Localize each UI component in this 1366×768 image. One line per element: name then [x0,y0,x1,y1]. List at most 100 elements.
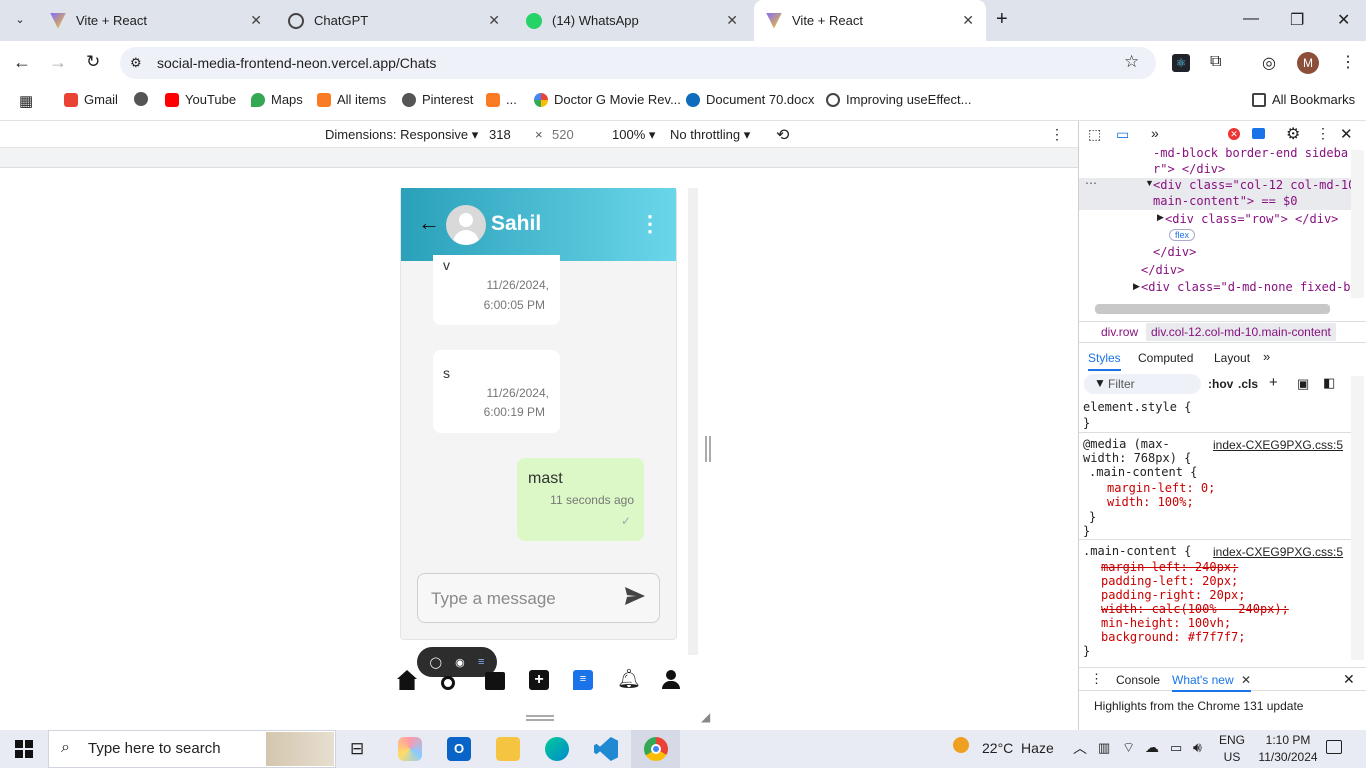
computed-tab[interactable]: Computed [1138,351,1193,365]
lang-indicator[interactable]: ENG US [1218,733,1246,764]
bookmark-document[interactable]: Document 70.docx [686,92,814,107]
bookmark-gmail[interactable]: Gmail [64,92,118,107]
tab-vite-react-active[interactable]: Vite + React ✕ [754,0,986,41]
dimensions-select[interactable]: Dimensions: Responsive ▾ [325,127,478,143]
close-icon[interactable]: ✕ [488,12,500,29]
dom-line[interactable]: <div class="d-md-none fixed-bot [1141,280,1351,294]
console-tab[interactable]: Console [1116,673,1160,687]
throttling-select[interactable]: No throttling ▾ [670,127,750,143]
styles-tab[interactable]: Styles [1088,351,1121,371]
avatar[interactable] [446,205,486,245]
message-input[interactable]: Type a message [431,589,556,609]
tab-search-button[interactable]: ⌄ [8,8,32,32]
height-input[interactable]: 520 [552,127,594,142]
collapse-triangle-icon[interactable]: ▶ [1133,281,1140,292]
copilot-icon[interactable] [398,737,422,761]
react-devtools-icon[interactable]: ⚛ [1172,54,1190,72]
breadcrumb-item[interactable]: div.row [1101,325,1138,339]
paint-icon[interactable]: ▣ [1297,376,1309,392]
elements-hscroll[interactable] [1095,304,1330,314]
bookmark-globe[interactable] [134,92,148,106]
restore-button[interactable]: ❐ [1290,10,1304,30]
chat-nav-icon[interactable]: ≡ [573,670,593,690]
collapse-triangle-icon[interactable]: ▶ [1157,212,1164,223]
search-icon[interactable] [441,676,455,690]
hov-button[interactable]: :hov [1208,377,1233,391]
media-query-ruler[interactable] [0,148,1078,168]
css-line[interactable]: padding-left: 20px; [1101,574,1238,588]
clock[interactable]: 1:10 PM 11/30/2024 [1252,733,1324,764]
forward-button[interactable]: → [49,52,67,73]
cls-button[interactable]: .cls [1238,377,1258,391]
list-icon[interactable]: ≡ [478,656,484,668]
close-icon[interactable]: ✕ [962,12,974,29]
weather-text[interactable]: 22°C Haze [982,740,1054,756]
close-devtools-icon[interactable]: ✕ [1340,125,1353,143]
dom-line[interactable]: <div class="row"> </div> [1165,212,1338,226]
network-icon[interactable]: ▥ [1098,740,1110,756]
issues-icon[interactable] [1252,128,1265,139]
more-tabs-icon[interactable]: » [1151,125,1159,141]
all-bookmarks[interactable]: All Bookmarks [1252,92,1355,107]
sidebar-toggle-icon[interactable]: ◧ [1323,375,1335,391]
reload-button[interactable]: ↻ [86,52,100,72]
dom-line[interactable]: </div> [1153,245,1196,259]
menu-kebab-icon[interactable]: ⋮ [1340,52,1356,72]
inspect-icon[interactable]: ⬚ [1088,126,1101,143]
css-line[interactable]: background: #f7f7f7; [1101,630,1246,644]
device-mode-icon[interactable]: ▭ [1116,126,1129,143]
site-info-icon[interactable]: ⚙ [130,55,142,71]
task-view-icon[interactable]: ⊟ [350,739,364,759]
tab-vite-react-1[interactable]: Vite + React ✕ [38,0,274,41]
width-input[interactable]: 318 [489,127,531,142]
css-line[interactable]: width: 100%; [1107,495,1194,509]
tab-chatgpt[interactable]: ChatGPT ✕ [276,0,512,41]
error-icon[interactable]: ✕ [1228,128,1240,140]
styles-vscroll[interactable] [1351,376,1364,660]
close-icon[interactable]: ✕ [1241,673,1251,687]
whats-new-tab[interactable]: What's new ✕ [1172,673,1252,692]
settings-gear-icon[interactable]: ⚙ [1286,124,1300,144]
resize-handle-right[interactable] [705,436,711,462]
close-drawer-icon[interactable]: ✕ [1343,671,1355,688]
flex-badge[interactable]: flex [1169,229,1196,241]
minimize-button[interactable]: — [1243,10,1259,28]
add-post-icon[interactable]: + [529,670,549,690]
zoom-select[interactable]: 100% ▾ [612,127,655,143]
resize-handle-corner[interactable]: ◢ [701,710,710,724]
close-icon[interactable]: ✕ [726,12,738,29]
performance-icon[interactable]: ◎ [1262,53,1276,73]
drawer-menu-icon[interactable]: ⋮ [1090,671,1103,687]
edge-icon[interactable] [545,737,569,761]
chat-menu-kebab-icon[interactable]: ⋮ [639,211,661,237]
css-line[interactable]: padding-right: 20px; [1101,588,1246,602]
extensions-icon[interactable]: ⧉ [1210,53,1221,71]
weather-icon[interactable] [953,737,969,753]
toggle-icon[interactable]: ◉ [455,656,465,669]
close-window-button[interactable]: ✕ [1337,10,1350,30]
url-text[interactable]: social-media-frontend-neon.vercel.app/Ch… [157,55,436,71]
css-line-overridden[interactable]: margin-left: 240px; [1101,560,1238,574]
device-more-icon[interactable]: ⋮ [1050,126,1064,143]
taskbar-search-placeholder[interactable]: Type here to search [88,740,221,757]
bookmark-pinterest[interactable]: Pinterest [402,92,473,107]
tab-whatsapp[interactable]: (14) WhatsApp ✕ [514,0,750,41]
bookmark-useeffect[interactable]: Improving useEffect... [826,92,972,107]
elements-vscroll[interactable] [1351,150,1364,298]
css-line[interactable]: margin-left: 0; [1107,481,1215,495]
new-tab-button[interactable]: + [996,8,1008,31]
bookmark-all-items[interactable]: All items [317,92,386,107]
battery-icon[interactable]: ▭ [1170,740,1182,756]
layout-tab[interactable]: Layout [1214,351,1250,365]
node-more-icon[interactable]: ⋯ [1085,176,1097,190]
resize-handle-bottom[interactable] [526,715,554,721]
breadcrumb-item-active[interactable]: div.col-12.col-md-10.main-content [1146,323,1336,341]
notifications-icon[interactable] [1326,740,1342,754]
avatar[interactable]: M [1297,52,1319,74]
dom-line[interactable]: -md-block border-end sideba [1153,146,1348,160]
more-panes-icon[interactable]: » [1263,349,1270,364]
css-source-link[interactable]: index-CXEG9PXG.css:5 [1213,438,1343,452]
cloud-icon[interactable]: ☁ [1145,739,1159,756]
bookmark-star-icon[interactable]: ☆ [1124,52,1139,72]
bell-icon[interactable]: 🔔︎ [617,670,641,690]
